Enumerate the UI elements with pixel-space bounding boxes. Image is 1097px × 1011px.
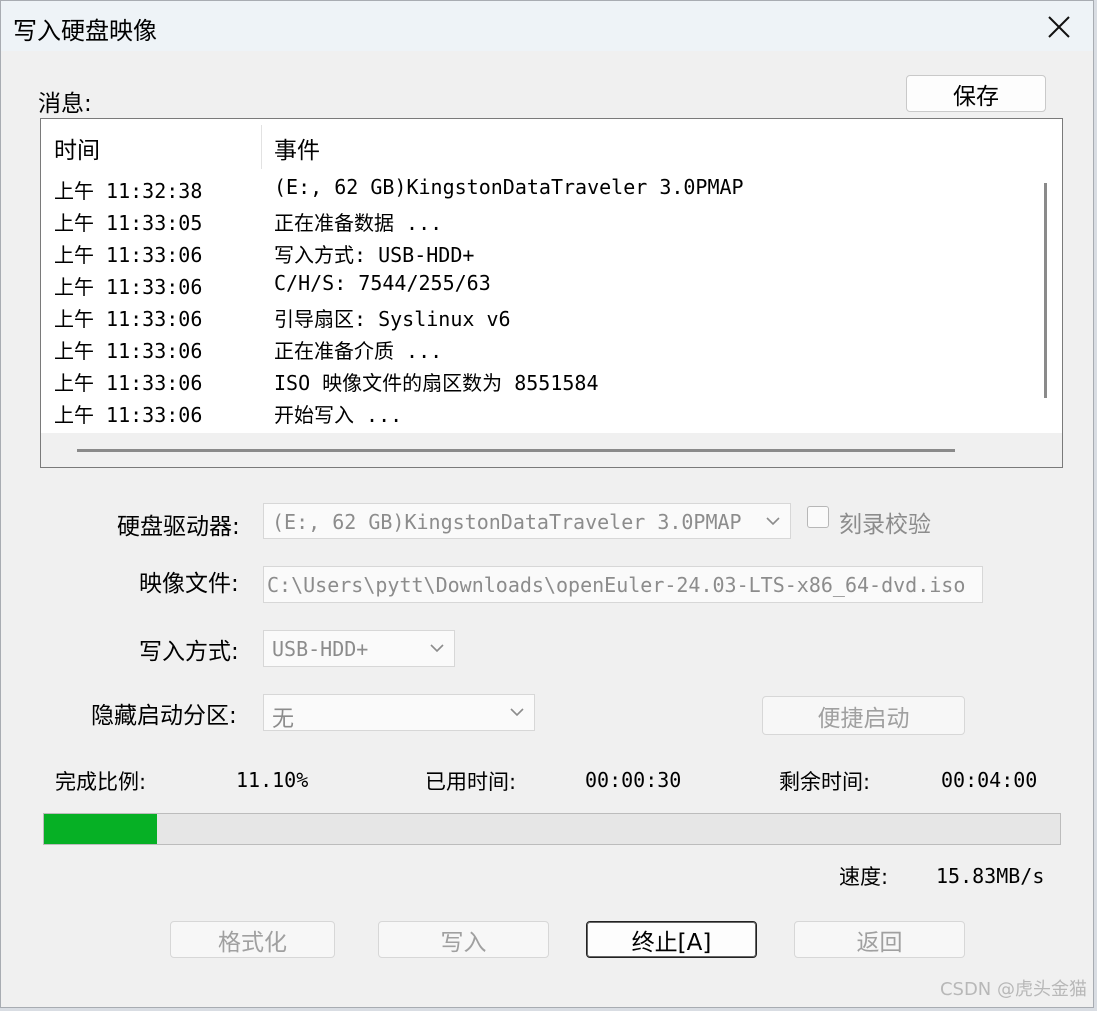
watermark: CSDN @虎头金猫 — [939, 979, 1087, 1000]
speed-label: 速度: — [839, 865, 889, 889]
back-button[interactable]: 返回 — [794, 921, 965, 958]
write-method-select[interactable]: USB-HDD+ — [263, 630, 455, 667]
vertical-scrollbar[interactable] — [1029, 119, 1062, 467]
progress-bar — [43, 813, 1061, 845]
remaining-time-label: 剩余时间: — [779, 770, 871, 794]
horizontal-scrollbar[interactable] — [41, 433, 1062, 467]
title-bar: 写入硬盘映像 — [1, 1, 1093, 51]
hidden-partition-value: 无 — [272, 707, 295, 731]
dialog-title: 写入硬盘映像 — [13, 17, 157, 45]
quick-boot-button[interactable]: 便捷启动 — [762, 696, 965, 735]
verify-checkbox[interactable] — [807, 506, 829, 528]
progress-bar-fill — [44, 814, 157, 844]
list-item[interactable]: 上午 11:33:06 引导扇区: Syslinux v6 — [41, 301, 1029, 333]
column-divider[interactable] — [261, 125, 262, 169]
horizontal-scroll-thumb[interactable] — [77, 449, 955, 452]
format-button[interactable]: 格式化 — [170, 921, 335, 958]
write-button[interactable]: 写入 — [378, 921, 549, 958]
chevron-down-icon — [430, 644, 444, 653]
close-icon — [1048, 16, 1070, 38]
stop-button[interactable]: 终止[A] — [586, 921, 757, 958]
save-button[interactable]: 保存 — [906, 75, 1046, 112]
message-rows: 上午 11:32:38 (E:, 62 GB)KingstonDataTravel… — [41, 173, 1029, 429]
list-item[interactable]: 上午 11:33:06 C/H/S: 7544/255/63 — [41, 269, 1029, 301]
hidden-partition-select[interactable]: 无 — [263, 694, 535, 731]
list-item[interactable]: 上午 11:33:06 ISO 映像文件的扇区数为 8551584 — [41, 365, 1029, 397]
write-disk-image-dialog: 写入硬盘映像 消息: 保存 时间 事件 上午 11:32:38 (E:, 62 G… — [0, 0, 1094, 1008]
vertical-scroll-thumb[interactable] — [1044, 183, 1047, 398]
list-item[interactable]: 上午 11:32:38 (E:, 62 GB)KingstonDataTravel… — [41, 173, 1029, 205]
message-list[interactable]: 时间 事件 上午 11:32:38 (E:, 62 GB)KingstonData… — [40, 118, 1063, 468]
elapsed-time-value: 00:00:30 — [585, 768, 682, 792]
write-method-value: USB-HDD+ — [272, 637, 369, 661]
remaining-time-value: 00:04:00 — [941, 768, 1038, 792]
drive-select[interactable]: (E:, 62 GB)KingstonDataTraveler 3.0PMAP — [263, 503, 791, 539]
close-button[interactable] — [1039, 9, 1079, 45]
speed-value: 15.83MB/s — [936, 864, 1045, 888]
list-item[interactable]: 上午 11:33:06 开始写入 ... — [41, 397, 1029, 429]
list-header: 时间 事件 — [41, 119, 1029, 173]
image-file-value: C:\Users\pytt\Downloads\openEuler-24.03-… — [267, 573, 966, 597]
list-item[interactable]: 上午 11:33:06 正在准备介质 ... — [41, 333, 1029, 365]
image-file-label: 映像文件: — [139, 571, 239, 597]
elapsed-time-label: 已用时间: — [425, 770, 517, 794]
drive-select-value: (E:, 62 GB)KingstonDataTraveler 3.0PMAP — [272, 510, 742, 534]
image-file-field[interactable]: C:\Users\pytt\Downloads\openEuler-24.03-… — [263, 566, 983, 603]
chevron-down-icon — [510, 708, 524, 717]
hidden-partition-label: 隐藏启动分区: — [91, 703, 237, 729]
column-header-event[interactable]: 事件 — [274, 131, 320, 165]
progress-label: 完成比例: — [55, 770, 147, 794]
progress-value: 11.10% — [236, 768, 309, 792]
list-item[interactable]: 上午 11:33:05 正在准备数据 ... — [41, 205, 1029, 237]
list-item[interactable]: 上午 11:33:06 写入方式: USB-HDD+ — [41, 237, 1029, 269]
write-method-label: 写入方式: — [139, 639, 239, 665]
chevron-down-icon — [766, 517, 780, 526]
drive-label: 硬盘驱动器: — [117, 514, 240, 540]
verify-label[interactable]: 刻录校验 — [839, 505, 931, 539]
messages-label: 消息: — [38, 91, 92, 117]
column-header-time[interactable]: 时间 — [54, 131, 100, 165]
